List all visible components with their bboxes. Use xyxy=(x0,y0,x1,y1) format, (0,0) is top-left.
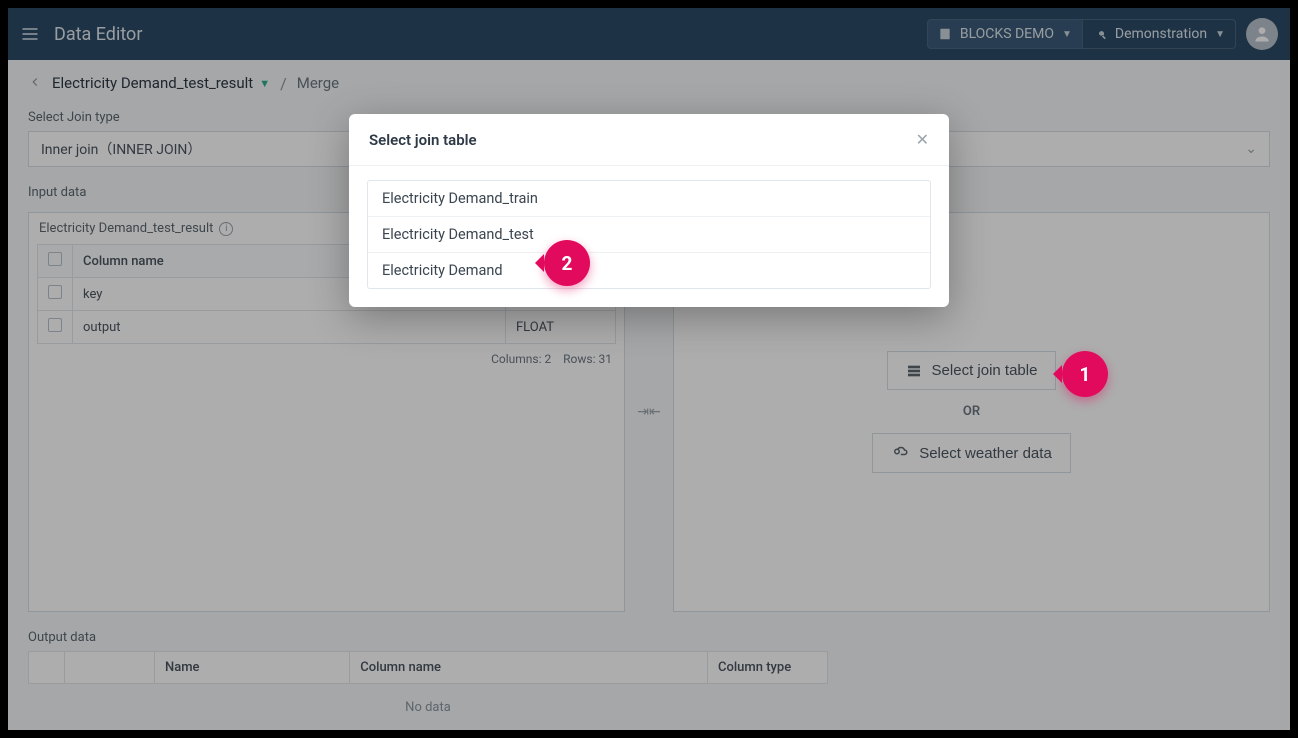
annotation-bubble-2: 2 xyxy=(544,240,590,286)
modal-table-list: Electricity Demand_train Electricity Dem… xyxy=(367,180,931,289)
list-item[interactable]: Electricity Demand_train xyxy=(368,181,930,217)
close-icon[interactable]: ✕ xyxy=(916,130,929,149)
annotation-bubble-1: 1 xyxy=(1062,351,1108,397)
list-item[interactable]: Electricity Demand xyxy=(368,253,930,288)
modal-title: Select join table xyxy=(369,131,477,149)
list-item[interactable]: Electricity Demand_test xyxy=(368,217,930,253)
select-join-table-modal: Select join table ✕ Electricity Demand_t… xyxy=(349,114,949,307)
